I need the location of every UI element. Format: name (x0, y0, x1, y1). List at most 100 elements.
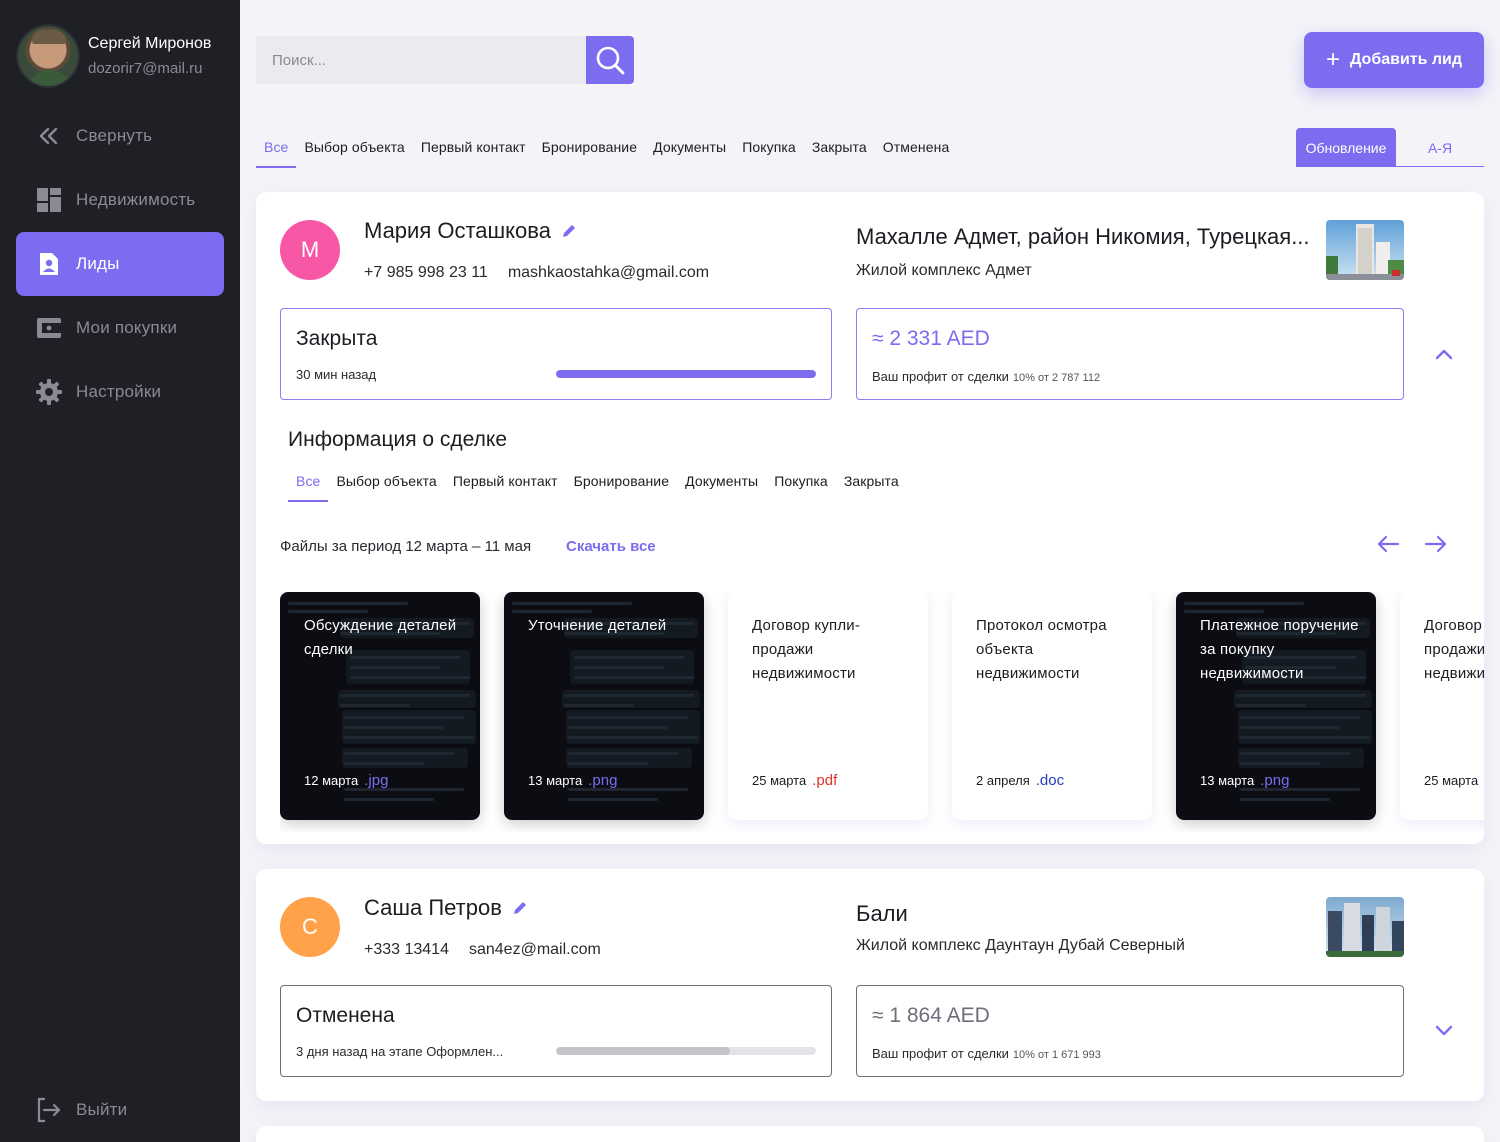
logout-label: Выйти (76, 1100, 128, 1119)
sidebar-item-label: Недвижимость (76, 190, 196, 209)
file-title: Уточнение деталей (528, 617, 667, 634)
wallet-icon (36, 315, 62, 341)
lead-avatar: С (280, 897, 340, 957)
status-progress-bar (556, 1047, 816, 1055)
property-subtitle: Жилой комплекс Даунтаун Дубай Северный (856, 937, 1185, 954)
tab-object-selection[interactable]: Выбор объекта (296, 134, 412, 168)
status-box[interactable]: Закрыта 30 мин назад (280, 308, 832, 400)
collapse-button[interactable] (1432, 342, 1456, 366)
expand-button[interactable] (1432, 1019, 1456, 1043)
document-person-icon (36, 251, 62, 277)
files-next-button[interactable] (1421, 532, 1451, 556)
lead-phone: +7 985 998 23 11 (364, 264, 488, 281)
file-card[interactable]: Обсуждение деталей сделки 12 марта .jpg (280, 592, 480, 820)
file-extension: .png (1260, 772, 1290, 789)
files-carousel: Обсуждение деталей сделки 12 марта .jpg Уто… (280, 592, 1484, 832)
download-all-link[interactable]: Скачать все (566, 538, 656, 555)
sidebar-item-settings[interactable]: Настройки (16, 360, 224, 424)
file-card[interactable]: Уточнение деталей 13 марта .png (504, 592, 704, 820)
files-prev-button[interactable] (1373, 532, 1403, 556)
sidebar-item-label: Настройки (76, 382, 162, 401)
sort-alphabetical[interactable]: А-Я (1396, 128, 1484, 167)
profit-description: Ваш профит от сделки 10% от 1 671 993 (872, 1046, 1101, 1061)
add-lead-label: Добавить лид (1349, 51, 1463, 68)
deal-tab-closed[interactable]: Закрыта (836, 468, 907, 502)
avatar (16, 24, 80, 88)
file-meta: 13 марта .png (528, 772, 617, 789)
lead-name: Саша Петров (364, 895, 502, 920)
search-button[interactable] (586, 36, 634, 84)
deal-info-title: Информация о сделке (288, 428, 508, 451)
lead-phone: +333 13414 (364, 941, 449, 958)
status-progress-fill (556, 370, 816, 378)
edit-pencil-icon[interactable] (561, 223, 577, 239)
file-extension: .pdf (812, 772, 838, 789)
property-thumbnail (1326, 220, 1404, 280)
search-input[interactable] (256, 36, 586, 84)
dashboard-icon (36, 187, 62, 213)
file-extension: .jpg (364, 772, 389, 789)
profit-description: Ваш профит от сделки 10% от 2 787 112 (872, 369, 1100, 384)
file-meta: 2 апреля .doc (976, 772, 1064, 789)
status-progress-bar (556, 370, 816, 378)
lead-contacts: +7 985 998 23 11 mashkaostahka@gmail.com (364, 264, 709, 282)
lead-status: Отменена (296, 1004, 395, 1027)
file-title: Договор купли-продажи недвижимости (752, 617, 861, 682)
file-card[interactable]: Платежное поручение за покупку недвижимо… (1176, 592, 1376, 820)
deal-tab-first-contact[interactable]: Первый контакт (445, 468, 566, 502)
profit-value: ≈ 1 864 AED (872, 1004, 990, 1027)
logout-icon (36, 1097, 62, 1123)
sidebar-item-collapse[interactable]: Свернуть (16, 104, 224, 168)
file-date: 2 апреля (976, 773, 1030, 788)
tab-documents[interactable]: Документы (645, 134, 734, 168)
file-title: Платежное поручение за покупку недвижимо… (1200, 617, 1359, 682)
user-name: Сергей Миронов (88, 34, 212, 52)
lead-name-row: Мария Осташкова (364, 218, 577, 244)
deal-tab-purchase[interactable]: Покупка (766, 468, 836, 502)
tab-first-contact[interactable]: Первый контакт (413, 134, 534, 168)
tab-purchase[interactable]: Покупка (734, 134, 804, 168)
property-title: Бали (856, 901, 908, 926)
file-meta: 13 марта .png (1200, 772, 1289, 789)
deal-tab-documents[interactable]: Документы (677, 468, 766, 502)
file-meta: 25 марта .pdf (752, 772, 837, 789)
status-tabs: Все Выбор объекта Первый контакт Брониро… (256, 134, 957, 168)
lead-card (256, 1126, 1484, 1142)
file-title: Договор купли-продажи недвижимости (1424, 617, 1484, 682)
add-lead-button[interactable]: + Добавить лид (1304, 32, 1484, 88)
file-card[interactable]: Протокол осмотра объекта недвижимости 2 а… (952, 592, 1152, 820)
sidebar-item-real-estate[interactable]: Недвижимость (16, 168, 224, 232)
lead-card: М Мария Осташкова +7 985 998 23 11 mashka… (256, 192, 1484, 844)
deal-tab-object-selection[interactable]: Выбор объекта (328, 468, 444, 502)
profit-detail: 10% от 2 787 112 (1012, 372, 1101, 384)
sort-by-updated[interactable]: Обновление (1296, 128, 1396, 167)
sidebar-item-leads[interactable]: Лиды (16, 232, 224, 296)
profit-value: ≈ 2 331 AED (872, 327, 990, 350)
file-card[interactable]: Договор купли-продажи недвижимости 25 мар… (1400, 592, 1484, 820)
deal-tab-all[interactable]: Все (288, 468, 329, 502)
logout-button[interactable]: Выйти (16, 1078, 224, 1142)
tab-all[interactable]: Все (256, 134, 297, 168)
user-profile[interactable]: Сергей Миронов dozorir7@mail.ru (16, 24, 211, 88)
lead-email: mashkaostahka@gmail.com (507, 264, 710, 281)
file-card[interactable]: Договор купли-продажи недвижимости 25 мар… (728, 592, 928, 820)
collapse-icon (36, 123, 62, 149)
tab-booking[interactable]: Бронирование (534, 134, 646, 168)
sidebar-item-my-purchases[interactable]: Мои покупки (16, 296, 224, 360)
lead-contacts: +333 13414 san4ez@mail.com (364, 941, 601, 959)
lead-name-row: Саша Петров (364, 895, 528, 921)
deal-tabs: Все Выбор объекта Первый контакт Брониро… (288, 468, 907, 502)
lead-status: Закрыта (296, 327, 378, 350)
property-subtitle: Жилой комплекс Адмет (856, 262, 1032, 279)
edit-pencil-icon[interactable] (512, 900, 528, 916)
file-date: 25 марта (1424, 773, 1479, 788)
user-email: dozorir7@mail.ru (88, 59, 203, 77)
status-box[interactable]: Отменена 3 дня назад на этапе Оформлен..… (280, 985, 832, 1077)
deal-tab-booking[interactable]: Бронирование (566, 468, 678, 502)
tab-closed[interactable]: Закрыта (804, 134, 875, 168)
search-icon (596, 46, 625, 75)
tab-cancelled[interactable]: Отменена (875, 134, 958, 168)
status-time: 30 мин назад (296, 367, 377, 382)
profit-label: Ваш профит от сделки (872, 369, 1009, 384)
sidebar-item-label: Свернуть (76, 126, 153, 145)
